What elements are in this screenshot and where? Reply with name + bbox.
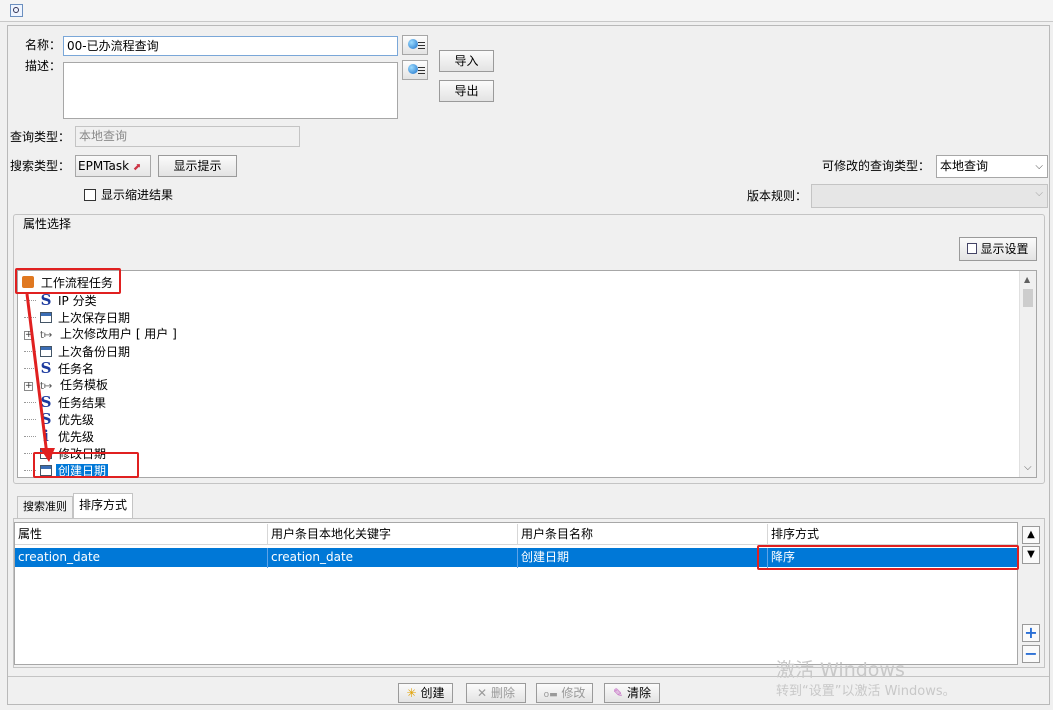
chevron-down-icon: ⌵ <box>1035 161 1043 172</box>
settings-icon <box>967 243 978 254</box>
watermark-line1: 激活 Windows <box>776 659 905 681</box>
table-cell[interactable]: creation_date <box>267 548 517 568</box>
revision-rule-label: 版本规则： <box>747 189 808 203</box>
move-down-button[interactable]: ▼ <box>1022 546 1040 564</box>
annotation-box-sort <box>757 545 1019 570</box>
sort-table[interactable]: 属性 用户条目本地化关键字 用户条目名称 排序方式 creation_date crea… <box>14 522 1018 665</box>
scroll-thumb[interactable] <box>1023 289 1033 307</box>
plus-icon: + <box>1024 623 1038 642</box>
name-locale-button[interactable] <box>402 35 428 55</box>
table-cell[interactable]: 创建日期 <box>517 548 767 568</box>
sparkle-icon: ✳ <box>406 686 417 700</box>
scroll-up-icon[interactable]: ▲ <box>1024 275 1030 284</box>
display-settings-label: 显示设置 <box>980 242 1029 256</box>
tab-sort-order[interactable]: 排序方式 <box>73 493 133 518</box>
description-locale-button[interactable] <box>402 60 428 80</box>
eraser-icon: ✎ <box>613 686 624 700</box>
add-row-button[interactable]: + <box>1022 624 1040 642</box>
export-button[interactable]: 导出 <box>439 80 494 102</box>
globe-icon <box>408 64 418 74</box>
watermark-line2: 转到“设置”以激活 Windows。 <box>776 684 956 699</box>
column-header[interactable]: 用户条目名称 <box>517 524 767 544</box>
create-button[interactable]: ✳ 创建 <box>398 683 453 703</box>
tree-scrollbar[interactable]: ▲ ⌵ <box>1019 271 1036 477</box>
triangle-down-icon: ▼ <box>1027 549 1035 560</box>
globe-icon <box>408 39 418 49</box>
column-header[interactable]: 排序方式 <box>767 524 1017 544</box>
activation-watermark: 激活 Windows 转到“设置”以激活 Windows。 <box>776 658 956 702</box>
triangle-up-icon: ▲ <box>1027 529 1035 540</box>
remove-row-button[interactable]: − <box>1022 645 1040 663</box>
minus-icon: − <box>1024 644 1038 663</box>
annotation-arrow <box>25 293 55 462</box>
revision-rule-select: ⌵ <box>811 184 1048 208</box>
modifiable-query-type-label: 可修改的查询类型： <box>822 159 931 173</box>
chevron-down-icon: ⌵ <box>1035 188 1043 199</box>
delete-button: ✕ 删除 <box>466 683 526 703</box>
modify-button: o▬ 修改 <box>536 683 593 703</box>
column-header[interactable]: 用户条目本地化关键字 <box>267 524 517 544</box>
display-settings-button[interactable]: 显示设置 <box>959 237 1037 261</box>
move-up-button[interactable]: ▲ <box>1022 526 1040 544</box>
key-icon: o▬ <box>543 690 558 700</box>
clear-button[interactable]: ✎ 清除 <box>604 683 660 703</box>
chevron-down-icon[interactable]: ⌵ <box>1024 462 1032 473</box>
column-header[interactable]: 属性 <box>15 524 265 544</box>
table-cell[interactable]: creation_date <box>15 548 265 568</box>
import-button[interactable]: 导入 <box>439 50 494 72</box>
modifiable-query-type-value: 本地查询 <box>940 159 989 173</box>
modifiable-query-type-select[interactable]: 本地查询 ⌵ <box>936 155 1048 178</box>
close-icon: ✕ <box>477 686 488 700</box>
tab-search-criteria[interactable]: 搜索准则 <box>17 496 73 518</box>
